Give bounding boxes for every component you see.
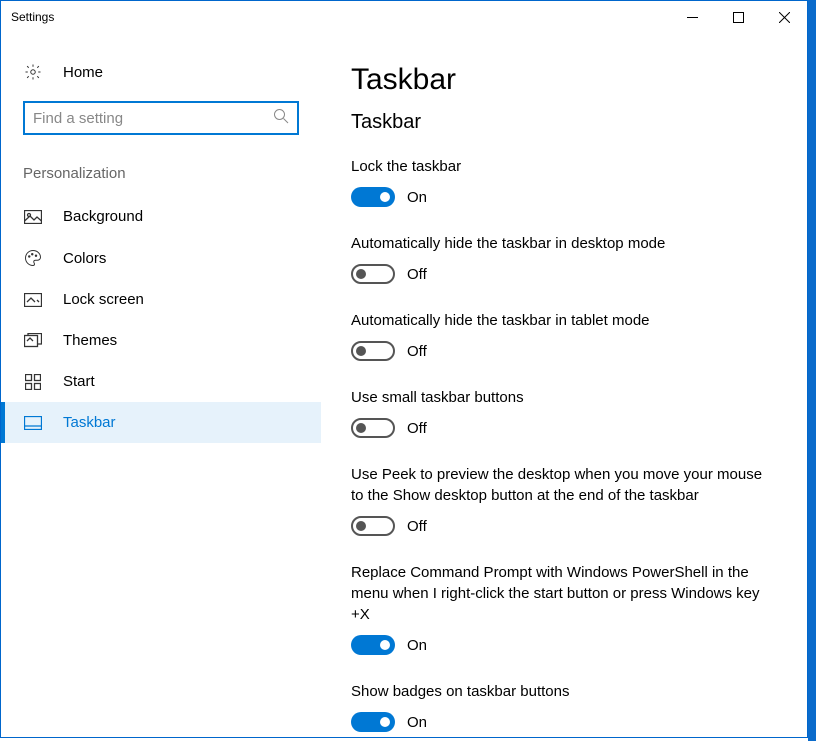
sidebar-item-lockscreen[interactable]: Lock screen [1, 279, 321, 320]
setting-small-buttons: Use small taskbar buttons Off [351, 387, 777, 438]
toggle-autohide-tablet[interactable] [351, 341, 395, 361]
toggle-row: Off [351, 418, 777, 438]
window-controls [669, 1, 807, 33]
sidebar-item-themes[interactable]: Themes [1, 320, 321, 361]
home-button[interactable]: Home [1, 53, 321, 91]
category-label: Personalization [1, 155, 321, 196]
toggle-row: Off [351, 264, 777, 284]
toggle-knob [380, 640, 390, 650]
setting-peek: Use Peek to preview the desktop when you… [351, 464, 777, 536]
toggle-knob [356, 269, 366, 279]
close-button[interactable] [761, 1, 807, 33]
minimize-button[interactable] [669, 1, 715, 33]
body: Home Personalization Background [1, 33, 807, 737]
search-input[interactable] [33, 110, 273, 127]
sidebar-item-label: Taskbar [63, 414, 116, 431]
content-area: Taskbar Taskbar Lock the taskbar On Auto… [321, 33, 807, 737]
toggle-state: On [407, 714, 427, 731]
toggle-autohide-desktop[interactable] [351, 264, 395, 284]
sidebar-item-label: Themes [63, 332, 117, 349]
toggle-powershell[interactable] [351, 635, 395, 655]
titlebar: Settings [1, 1, 807, 33]
sidebar-item-label: Colors [63, 250, 106, 267]
search-box[interactable] [23, 101, 299, 135]
sidebar-item-background[interactable]: Background [1, 196, 321, 237]
setting-autohide-tablet: Automatically hide the taskbar in tablet… [351, 310, 777, 361]
setting-label: Use Peek to preview the desktop when you… [351, 464, 777, 506]
search-container [1, 91, 321, 155]
setting-label: Automatically hide the taskbar in tablet… [351, 310, 777, 331]
toggle-peek[interactable] [351, 516, 395, 536]
sidebar-item-taskbar[interactable]: Taskbar [1, 402, 321, 443]
toggle-row: On [351, 712, 777, 732]
start-icon [23, 374, 43, 390]
toggle-knob [356, 521, 366, 531]
toggle-state: On [407, 189, 427, 206]
setting-powershell: Replace Command Prompt with Windows Powe… [351, 562, 777, 655]
sidebar: Home Personalization Background [1, 33, 321, 737]
toggle-state: Off [407, 343, 427, 360]
toggle-knob [380, 717, 390, 727]
setting-label: Automatically hide the taskbar in deskto… [351, 233, 777, 254]
right-accent [808, 0, 816, 741]
maximize-icon [733, 12, 744, 23]
themes-icon [23, 333, 43, 349]
setting-autohide-desktop: Automatically hide the taskbar in deskto… [351, 233, 777, 284]
sidebar-item-colors[interactable]: Colors [1, 237, 321, 279]
gear-icon [23, 63, 43, 81]
setting-label: Use small taskbar buttons [351, 387, 777, 408]
toggle-state: Off [407, 266, 427, 283]
toggle-state: On [407, 637, 427, 654]
picture-icon [23, 210, 43, 224]
sidebar-item-label: Background [63, 208, 143, 225]
palette-icon [23, 249, 43, 267]
maximize-button[interactable] [715, 1, 761, 33]
search-icon [273, 108, 289, 129]
toggle-lock-taskbar[interactable] [351, 187, 395, 207]
page-title: Taskbar [351, 63, 777, 97]
setting-label: Replace Command Prompt with Windows Powe… [351, 562, 777, 625]
setting-label: Show badges on taskbar buttons [351, 681, 777, 702]
setting-label: Lock the taskbar [351, 156, 777, 177]
taskbar-icon [23, 416, 43, 430]
toggle-small-buttons[interactable] [351, 418, 395, 438]
minimize-icon [687, 12, 698, 23]
close-icon [779, 12, 790, 23]
toggle-row: Off [351, 341, 777, 361]
toggle-knob [356, 423, 366, 433]
setting-lock-taskbar: Lock the taskbar On [351, 156, 777, 207]
toggle-row: On [351, 187, 777, 207]
home-label: Home [63, 64, 103, 81]
toggle-row: On [351, 635, 777, 655]
toggle-badges[interactable] [351, 712, 395, 732]
sidebar-item-start[interactable]: Start [1, 361, 321, 402]
settings-window: Settings Home [0, 0, 808, 738]
section-title: Taskbar [351, 111, 777, 134]
lockscreen-icon [23, 293, 43, 307]
toggle-knob [356, 346, 366, 356]
toggle-knob [380, 192, 390, 202]
toggle-state: Off [407, 518, 427, 535]
setting-badges: Show badges on taskbar buttons On [351, 681, 777, 732]
sidebar-item-label: Lock screen [63, 291, 144, 308]
sidebar-item-label: Start [63, 373, 95, 390]
window-title: Settings [11, 10, 54, 24]
toggle-state: Off [407, 420, 427, 437]
toggle-row: Off [351, 516, 777, 536]
